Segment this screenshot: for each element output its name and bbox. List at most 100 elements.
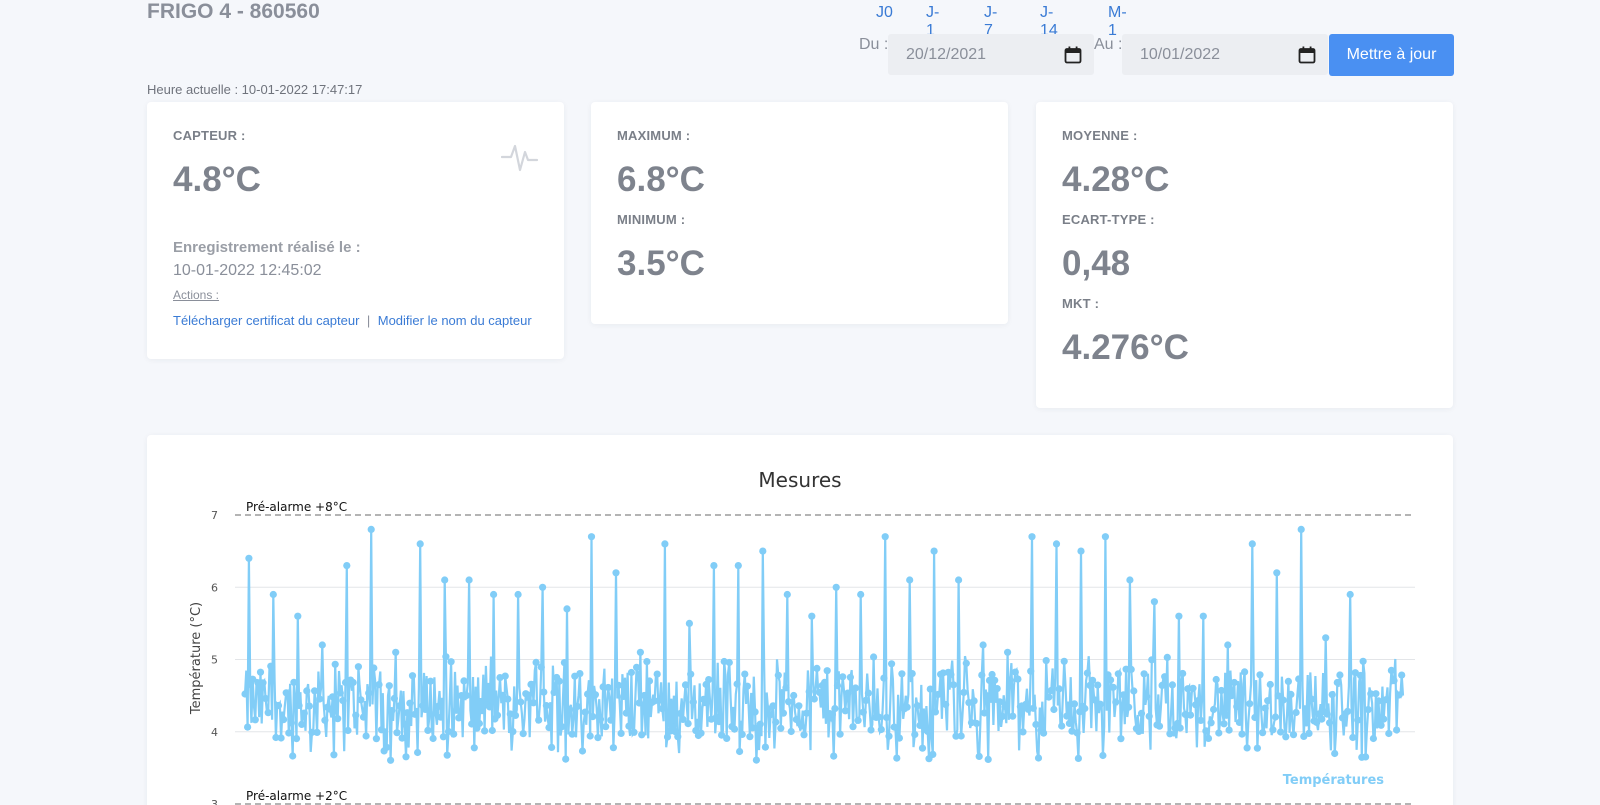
data-point[interactable] [1045, 693, 1053, 701]
data-point[interactable] [877, 725, 885, 734]
data-point[interactable] [1225, 726, 1233, 734]
data-point[interactable] [857, 590, 865, 599]
data-point[interactable] [398, 734, 406, 742]
data-point[interactable] [779, 709, 788, 717]
data-point[interactable] [540, 688, 548, 696]
data-point[interactable] [1246, 700, 1254, 708]
data-point[interactable] [1161, 673, 1169, 681]
data-point[interactable] [586, 732, 594, 740]
data-point[interactable] [1143, 692, 1151, 700]
data-point[interactable] [1145, 712, 1153, 720]
data-point[interactable] [372, 735, 380, 743]
data-point[interactable] [1109, 683, 1117, 691]
data-point[interactable] [403, 709, 411, 717]
data-point[interactable] [656, 696, 664, 704]
data-point[interactable] [573, 702, 581, 710]
data-point[interactable] [854, 716, 862, 724]
data-point[interactable] [746, 733, 754, 741]
data-point[interactable] [625, 722, 633, 730]
data-point[interactable] [602, 723, 610, 731]
legend-item[interactable]: Températures [1283, 773, 1385, 788]
data-point[interactable] [942, 700, 950, 709]
data-point[interactable] [930, 547, 938, 555]
data-point[interactable] [1126, 576, 1134, 584]
data-point[interactable] [1032, 720, 1040, 729]
data-point[interactable] [998, 712, 1007, 720]
data-point[interactable] [331, 660, 339, 668]
data-point[interactable] [890, 723, 898, 731]
data-point[interactable] [1202, 727, 1210, 735]
data-point[interactable] [1322, 634, 1330, 642]
data-point[interactable] [1266, 680, 1274, 689]
calendar-icon[interactable] [1064, 46, 1082, 64]
data-point[interactable] [426, 677, 435, 685]
data-point[interactable] [849, 723, 857, 731]
data-point[interactable] [881, 533, 889, 541]
data-point[interactable] [1284, 677, 1292, 685]
data-point[interactable] [1107, 676, 1115, 684]
data-point[interactable] [1112, 698, 1120, 706]
data-point[interactable] [326, 705, 334, 713]
data-point[interactable] [594, 734, 602, 742]
data-point[interactable] [383, 743, 391, 751]
data-point[interactable] [1179, 669, 1187, 678]
data-point[interactable] [913, 702, 922, 710]
data-point[interactable] [1077, 547, 1085, 555]
data-point[interactable] [589, 713, 597, 721]
data-point[interactable] [1328, 691, 1336, 699]
from-date-input[interactable]: 20/12/2021 [888, 34, 1094, 75]
data-point[interactable] [241, 690, 249, 698]
data-point[interactable] [867, 726, 875, 734]
data-point[interactable] [488, 726, 496, 735]
data-point[interactable] [823, 667, 831, 675]
data-point[interactable] [638, 731, 646, 739]
data-point[interactable] [294, 612, 302, 620]
data-point[interactable] [501, 672, 509, 680]
data-point[interactable] [1074, 754, 1082, 762]
data-point[interactable] [1094, 681, 1102, 689]
data-point[interactable] [1009, 712, 1017, 720]
data-point[interactable] [622, 709, 630, 717]
data-point[interactable] [470, 744, 478, 752]
data-point[interactable] [1390, 677, 1398, 685]
data-point[interactable] [392, 648, 400, 656]
data-point[interactable] [511, 711, 520, 719]
data-point[interactable] [334, 715, 342, 723]
data-point[interactable] [882, 713, 891, 722]
data-point[interactable] [1289, 731, 1298, 739]
data-point[interactable] [354, 663, 362, 671]
data-point[interactable] [1063, 712, 1071, 720]
data-point[interactable] [993, 685, 1001, 693]
data-point[interactable] [635, 699, 643, 707]
data-point[interactable] [875, 713, 883, 721]
data-point[interactable] [305, 702, 313, 710]
data-point[interactable] [792, 715, 800, 724]
data-point[interactable] [832, 583, 840, 591]
data-point[interactable] [1055, 685, 1063, 693]
data-point[interactable] [277, 734, 285, 742]
data-point[interactable] [581, 708, 589, 716]
data-point[interactable] [388, 707, 396, 715]
data-point[interactable] [1387, 666, 1395, 674]
data-point[interactable] [1295, 675, 1303, 683]
data-point[interactable] [359, 713, 368, 721]
data-point[interactable] [370, 664, 378, 672]
data-point[interactable] [630, 728, 638, 736]
data-point[interactable] [568, 730, 576, 738]
data-point[interactable] [880, 674, 888, 682]
data-point[interactable] [783, 590, 791, 599]
data-point[interactable] [975, 752, 983, 760]
data-point[interactable] [797, 722, 806, 730]
data-point[interactable] [769, 702, 777, 710]
data-point[interactable] [416, 540, 424, 548]
data-point[interactable] [441, 576, 449, 584]
data-point[interactable] [292, 735, 301, 743]
data-point[interactable] [1230, 678, 1238, 687]
data-point[interactable] [681, 681, 690, 689]
data-point[interactable] [1204, 734, 1213, 742]
data-point[interactable] [408, 672, 417, 680]
data-point[interactable] [390, 694, 398, 702]
data-point[interactable] [957, 732, 965, 740]
data-point[interactable] [443, 751, 451, 759]
data-point[interactable] [486, 703, 494, 711]
